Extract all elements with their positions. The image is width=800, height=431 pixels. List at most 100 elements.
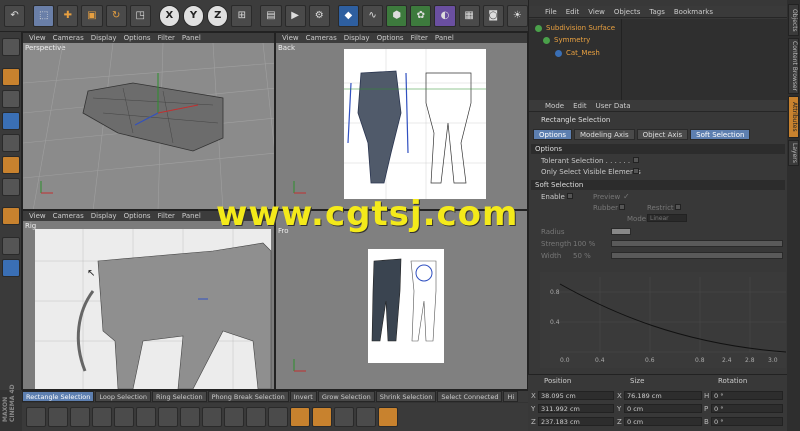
snap-icon[interactable] <box>2 207 20 225</box>
move-icon[interactable]: ✚ <box>57 4 79 27</box>
rotate-icon[interactable]: ↻ <box>105 4 127 27</box>
size-z-field[interactable]: 0 cm <box>624 417 702 426</box>
preview-check-icon[interactable]: ✓ <box>623 192 630 201</box>
menu-view[interactable]: View <box>29 34 46 42</box>
tab-soft-selection[interactable]: Soft Selection <box>690 129 751 140</box>
reverse-normals-icon[interactable] <box>312 407 332 427</box>
objects-menu-view[interactable]: View <box>588 8 605 16</box>
subdivide-icon[interactable] <box>356 407 376 427</box>
objects-menu-bookmarks[interactable]: Bookmarks <box>674 8 713 16</box>
menu-panel[interactable]: Panel <box>182 212 201 220</box>
size-y-field[interactable]: 0 cm <box>624 404 702 413</box>
menu-cameras[interactable]: Cameras <box>306 34 337 42</box>
bridge-icon[interactable] <box>48 407 68 427</box>
menu-options[interactable]: Options <box>377 34 404 42</box>
weld-icon[interactable] <box>136 407 156 427</box>
render-region-icon[interactable]: ▤ <box>260 4 282 27</box>
side-tab-objects[interactable]: Objects <box>788 4 799 36</box>
objects-menu-tags[interactable]: Tags <box>649 8 665 16</box>
tab-object-axis[interactable]: Object Axis <box>636 129 689 140</box>
objects-menu-file[interactable]: File <box>545 8 557 16</box>
falloff-curve-graph[interactable]: 0.8 0.4 0.0 0.4 0.6 0.8 2.4 2.8 3.0 <box>540 272 787 368</box>
workplane-icon[interactable] <box>2 237 20 255</box>
hide-button[interactable]: Hi <box>503 391 519 402</box>
strength-slider[interactable] <box>611 240 783 247</box>
menu-options[interactable]: Options <box>124 34 151 42</box>
bevel-icon[interactable] <box>114 407 134 427</box>
camera-icon[interactable]: ◙ <box>482 4 504 27</box>
rot-b-field[interactable]: 0 ° <box>711 417 783 426</box>
lock-workplane-icon[interactable] <box>2 259 20 277</box>
triangulate-icon[interactable] <box>378 407 398 427</box>
menu-filter[interactable]: Filter <box>158 212 175 220</box>
z-axis-button[interactable]: Z <box>207 4 229 27</box>
axis-mode-icon[interactable] <box>2 178 20 196</box>
grow-selection-button[interactable]: Grow Selection <box>317 391 375 402</box>
strength-value[interactable]: 100 % <box>573 240 595 248</box>
rot-p-field[interactable]: 0 ° <box>711 404 783 413</box>
invert-button[interactable]: Invert <box>289 391 317 402</box>
select-icon[interactable]: ⬚ <box>33 4 55 27</box>
select-connected-button[interactable]: Select Connected <box>437 391 503 402</box>
array-icon[interactable]: ✿ <box>410 4 432 27</box>
only-visible-checkbox[interactable] <box>633 168 639 174</box>
menu-panel[interactable]: Panel <box>435 34 454 42</box>
magnet-icon[interactable] <box>202 407 222 427</box>
mirror-icon[interactable] <box>224 407 244 427</box>
shrink-selection-button[interactable]: Shrink Selection <box>375 391 437 402</box>
brush-icon[interactable] <box>180 407 200 427</box>
phong-break-selection-button[interactable]: Phong Break Selection <box>207 391 289 402</box>
menu-panel[interactable]: Panel <box>182 34 201 42</box>
subdivision-icon[interactable]: ⬢ <box>386 4 408 27</box>
light-icon[interactable]: ☀ <box>506 4 528 27</box>
make-editable-icon[interactable] <box>2 38 20 56</box>
close-hole-icon[interactable] <box>268 407 288 427</box>
extrude-icon[interactable] <box>70 407 90 427</box>
extrude-inner-icon[interactable] <box>92 407 112 427</box>
menu-filter[interactable]: Filter <box>158 34 175 42</box>
menu-filter[interactable]: Filter <box>411 34 428 42</box>
live-select-icon[interactable]: ◳ <box>129 4 151 27</box>
menu-display[interactable]: Display <box>91 34 117 42</box>
rubber-checkbox[interactable] <box>619 204 625 210</box>
objects-menu-edit[interactable]: Edit <box>566 8 580 16</box>
soft-selection-section-header[interactable]: Soft Selection <box>531 180 785 190</box>
undo-icon[interactable]: ↶ <box>4 4 26 27</box>
attributes-menu-userdata[interactable]: User Data <box>596 102 631 110</box>
viewport-perspective[interactable]: View Cameras Display Options Filter Pane… <box>22 32 275 210</box>
points-mode-icon[interactable] <box>2 112 20 130</box>
options-section-header[interactable]: Options <box>531 144 785 154</box>
tab-options[interactable]: Options <box>533 129 573 140</box>
pos-y-field[interactable]: 311.992 cm <box>538 404 614 413</box>
world-coord-icon[interactable]: ⊞ <box>231 4 253 27</box>
side-tab-attributes[interactable]: Attributes <box>788 96 799 138</box>
object-row[interactable]: Symmetry <box>543 35 590 45</box>
scene-icon[interactable]: ▦ <box>458 4 480 27</box>
tab-modeling-axis[interactable]: Modeling Axis <box>574 129 635 140</box>
spline-pen-icon[interactable]: ∿ <box>361 4 384 27</box>
radius-slider[interactable] <box>611 228 631 235</box>
menu-view[interactable]: View <box>29 212 46 220</box>
edges-mode-icon[interactable] <box>2 134 20 152</box>
x-axis-button[interactable]: X <box>158 4 180 27</box>
objects-menu-objects[interactable]: Objects <box>614 8 640 16</box>
object-row[interactable]: Cat_Mesh <box>555 48 600 58</box>
deformer-icon[interactable]: ◐ <box>434 4 456 27</box>
tolerant-selection-checkbox[interactable] <box>633 157 639 163</box>
width-slider[interactable] <box>611 252 783 259</box>
menu-cameras[interactable]: Cameras <box>53 34 84 42</box>
render-settings-icon[interactable]: ⚙ <box>308 4 330 27</box>
slide-icon[interactable] <box>158 407 178 427</box>
texture-mode-icon[interactable] <box>2 90 20 108</box>
pos-z-field[interactable]: 237.183 cm <box>538 417 614 426</box>
menu-cameras[interactable]: Cameras <box>53 212 84 220</box>
side-tab-layers[interactable]: Layers <box>788 140 799 166</box>
rot-h-field[interactable]: 0 ° <box>711 391 783 400</box>
restrict-checkbox[interactable] <box>675 204 681 210</box>
polygons-mode-icon[interactable] <box>2 156 20 174</box>
viewport-back[interactable]: View Cameras Display Options Filter Pane… <box>275 32 528 210</box>
iron-icon[interactable] <box>246 407 266 427</box>
attributes-menu-mode[interactable]: Mode <box>545 102 564 110</box>
menu-display[interactable]: Display <box>91 212 117 220</box>
cube-icon[interactable]: ◆ <box>337 4 359 27</box>
